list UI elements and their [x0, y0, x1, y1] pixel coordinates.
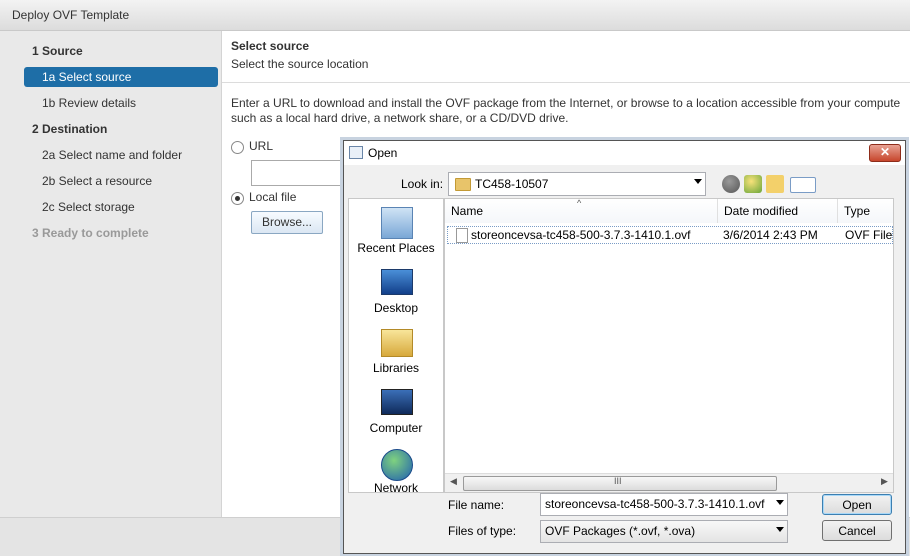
folder-icon	[455, 178, 471, 191]
look-in-label: Look in:	[401, 177, 444, 191]
file-icon	[456, 228, 468, 243]
step-select-resource[interactable]: 2b Select a resource	[42, 171, 152, 191]
divider	[222, 82, 910, 83]
url-label: URL	[249, 139, 274, 153]
page-title: Select source	[231, 39, 310, 53]
sort-arrow-icon: ^	[577, 198, 582, 208]
up-folder-icon[interactable]	[744, 175, 762, 193]
files-of-type-select[interactable]: OVF Packages (*.ovf, *.ova)	[540, 520, 788, 543]
step-review-details[interactable]: 1b Review details	[42, 93, 136, 113]
scroll-left-icon[interactable]: ◀	[450, 476, 457, 487]
browse-button[interactable]: Browse...	[251, 211, 323, 234]
chevron-down-icon[interactable]	[776, 527, 784, 532]
column-header-type[interactable]: Type	[838, 199, 893, 223]
scroll-right-icon[interactable]: ▶	[881, 476, 888, 487]
place-recent-places[interactable]: Recent Places	[349, 241, 443, 255]
description: Enter a URL to download and install the …	[231, 96, 910, 126]
column-type-label: Type	[844, 204, 871, 218]
places-bar: Recent Places Desktop Libraries Computer…	[348, 198, 444, 495]
place-desktop[interactable]: Desktop	[349, 301, 443, 315]
look-in-value: TC458-10507	[475, 177, 549, 191]
view-menu-icon[interactable]	[790, 177, 816, 193]
dialog-titlebar: Open ✕	[344, 141, 905, 165]
cancel-button[interactable]: Cancel	[822, 520, 892, 541]
new-folder-icon[interactable]	[766, 175, 784, 193]
file-type: OVF File	[845, 228, 893, 242]
files-of-type-value: OVF Packages (*.ovf, *.ova)	[545, 524, 696, 538]
local-file-radio[interactable]	[231, 192, 244, 205]
window-icon	[349, 146, 363, 159]
page-subtitle: Select the source location	[231, 57, 369, 71]
libraries-icon	[381, 329, 413, 357]
wizard-steps-sidebar: 1 Source 1a Select source 1b Review deta…	[0, 31, 222, 555]
computer-icon	[381, 389, 413, 415]
scroll-thumb[interactable]: III	[463, 476, 777, 491]
column-header-name[interactable]: Name ^	[445, 199, 718, 223]
window-titlebar: Deploy OVF Template	[0, 0, 910, 31]
file-row[interactable]: storeoncevsa-tc458-500-3.7.3-1410.1.ovf …	[447, 226, 893, 244]
file-date: 3/6/2014 2:43 PM	[723, 228, 818, 242]
step-select-name-folder[interactable]: 2a Select name and folder	[42, 145, 182, 165]
description-line-1: Enter a URL to download and install the …	[231, 96, 901, 110]
place-network[interactable]: Network	[349, 481, 443, 495]
step-destination-header: 2 Destination	[32, 122, 108, 136]
files-of-type-label: Files of type:	[448, 524, 517, 538]
network-icon	[381, 449, 413, 481]
file-name-value: storeoncevsa-tc458-500-3.7.3-1410.1.ovf	[545, 497, 765, 511]
back-icon[interactable]	[722, 175, 740, 193]
scroll-grip: III	[614, 476, 622, 486]
chevron-down-icon	[694, 179, 702, 184]
chevron-down-icon[interactable]	[776, 500, 784, 505]
step-select-storage[interactable]: 2c Select storage	[42, 197, 135, 217]
place-computer[interactable]: Computer	[349, 421, 443, 435]
step-source-header: 1 Source	[32, 44, 83, 58]
local-file-label: Local file	[249, 190, 297, 204]
file-name-input[interactable]: storeoncevsa-tc458-500-3.7.3-1410.1.ovf	[540, 493, 788, 516]
desktop-icon	[381, 269, 413, 295]
look-in-combo[interactable]: TC458-10507	[448, 172, 706, 196]
horizontal-scrollbar[interactable]: ◀ III ▶	[445, 473, 893, 492]
open-file-dialog: Open ✕ Look in: TC458-10507 Recent Place…	[343, 140, 906, 554]
step-select-source[interactable]: 1a Select source	[24, 67, 218, 87]
file-name-label: File name:	[448, 498, 505, 512]
column-name-label: Name	[451, 204, 484, 218]
open-button[interactable]: Open	[822, 494, 892, 515]
recent-places-icon	[381, 207, 413, 239]
column-header-date[interactable]: Date modified	[718, 199, 838, 223]
step-ready-to-complete: 3 Ready to complete	[32, 226, 149, 240]
url-radio[interactable]	[231, 141, 244, 154]
dialog-title: Open	[368, 146, 398, 160]
column-date-label: Date modified	[724, 204, 799, 218]
close-button[interactable]: ✕	[869, 144, 901, 162]
place-libraries[interactable]: Libraries	[349, 361, 443, 375]
file-name: storeoncevsa-tc458-500-3.7.3-1410.1.ovf	[471, 228, 691, 242]
description-line-2: such as a local hard drive, a network sh…	[231, 111, 569, 125]
window-title: Deploy OVF Template	[12, 8, 130, 22]
file-list: Name ^ Date modified Type storeoncevsa-t…	[444, 198, 894, 493]
